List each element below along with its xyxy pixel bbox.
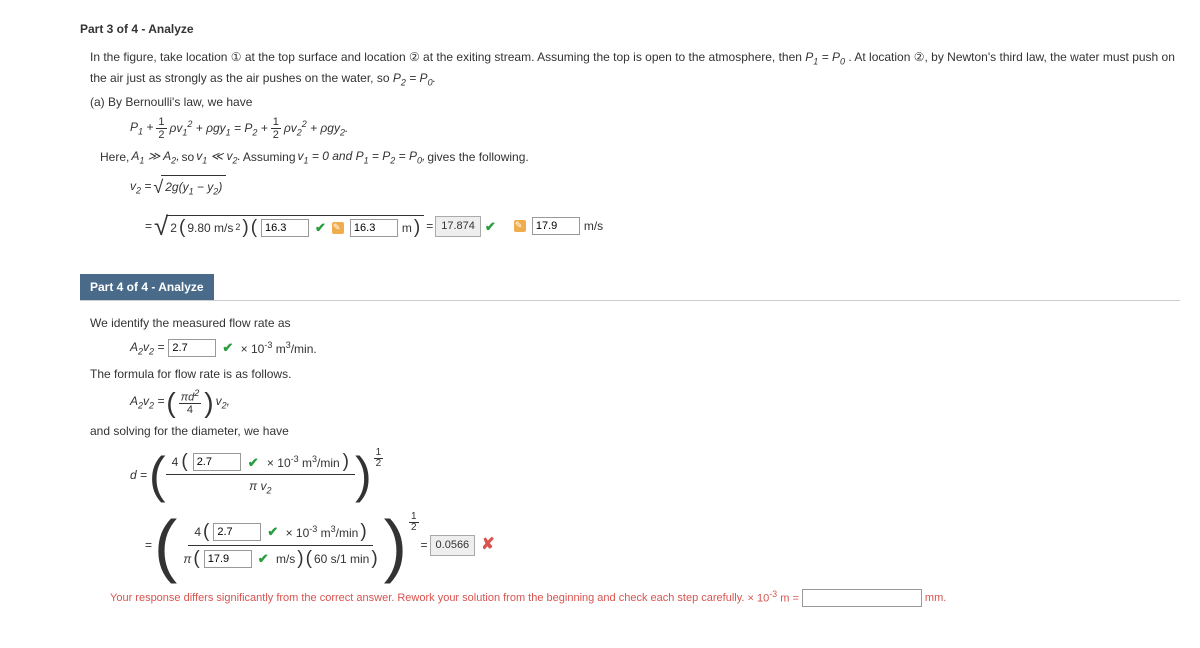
part4-header-tab: Part 4 of 4 - Analyze <box>80 274 214 300</box>
edit-icon[interactable] <box>514 220 526 232</box>
mm-label: mm. <box>925 590 946 607</box>
v2-eq1: v2 = √ 2g(y1 − y2) <box>130 174 1180 201</box>
u: m <box>272 342 285 356</box>
input-flowrate[interactable] <box>168 339 216 357</box>
input-height-2[interactable] <box>350 219 398 237</box>
u: /min <box>317 456 340 470</box>
u: × 10 <box>241 342 265 356</box>
flow-rate-eq: A2v2 = ✔ × 10-3 m3/min. <box>130 338 1180 359</box>
flow-formula: A2v2 = ( πd24 ) v2, <box>130 389 1180 417</box>
input-v-den[interactable] <box>204 550 252 568</box>
bernoulli-eq: P1 + 12 ρv12 + ρgy1 = P2 + 12 ρv22 + ρgy… <box>130 117 1180 141</box>
edit-icon[interactable] <box>332 222 344 234</box>
boxed-answer: 0.0566 <box>430 535 476 556</box>
boxed-17874: 17.874 <box>435 216 481 237</box>
part4-text1: We identify the measured flow rate as <box>90 314 1180 332</box>
part4-text2: The formula for flow rate is as follows. <box>90 365 1180 383</box>
unit-ms: m/s <box>584 217 603 235</box>
part3-header: Part 3 of 4 - Analyze <box>80 20 1200 38</box>
unit-m: m <box>402 219 412 237</box>
part3-a: (a) By Bernoulli's law, we have <box>90 93 1180 111</box>
text: Here, <box>100 148 129 166</box>
check-icon: ✔ <box>258 549 269 569</box>
input-v-rounded[interactable] <box>532 217 580 235</box>
check-icon: ✔ <box>267 522 278 542</box>
text: so <box>182 148 195 166</box>
input-d-num-2[interactable] <box>213 523 261 541</box>
input-d-num-1[interactable] <box>193 453 241 471</box>
feedback-text: Your response differs significantly from… <box>110 590 744 607</box>
check-icon: ✔ <box>485 217 496 237</box>
feedback-line: Your response differs significantly from… <box>110 588 1180 607</box>
part4-content: We identify the measured flow rate as A2… <box>80 300 1180 608</box>
part3-content: In the figure, take location ① at the to… <box>80 48 1180 246</box>
d-eq-1: d = ( 4 ( ✔ × 10-3 m3/min ) π v2 ) 12 <box>130 446 1180 504</box>
eq-p2p0: P2 = P0. <box>393 71 436 85</box>
text: gives the following. <box>427 148 528 166</box>
u: × 10 <box>747 593 769 605</box>
u: /min. <box>291 342 317 356</box>
check-icon: ✔ <box>222 338 233 358</box>
here-line: Here, A1 ≫ A2, so v1 ≪ v2. Assuming v1 =… <box>100 147 1180 168</box>
check-icon: ✔ <box>315 218 326 238</box>
u: m = <box>777 593 799 605</box>
input-mm-answer[interactable] <box>802 589 922 607</box>
u: m/s <box>276 552 295 566</box>
eq-p1p0: P1 = P0 <box>805 50 845 64</box>
grav: 9.80 m/s <box>187 219 233 237</box>
part3-intro: In the figure, take location ① at the to… <box>90 48 1180 90</box>
text: Assuming <box>243 148 296 166</box>
input-height-1[interactable] <box>261 219 309 237</box>
check-icon: ✔ <box>248 453 259 473</box>
u: /min <box>336 526 359 540</box>
incorrect-icon: ✘ <box>481 533 494 557</box>
conv: 60 s/1 min <box>314 550 369 568</box>
text: In the figure, take location ① at the to… <box>90 50 805 64</box>
part4-text3: and solving for the diameter, we have <box>90 422 1180 440</box>
v2-eq2: = √ 2 ( 9.80 m/s2 ) ( ✔ m ) = 17.874 ✔ m… <box>145 207 1180 246</box>
d-eq-2: = ( 4 ( ✔ × 10-3 m3/min ) π ( ✔ m/s ) <box>145 510 1180 580</box>
